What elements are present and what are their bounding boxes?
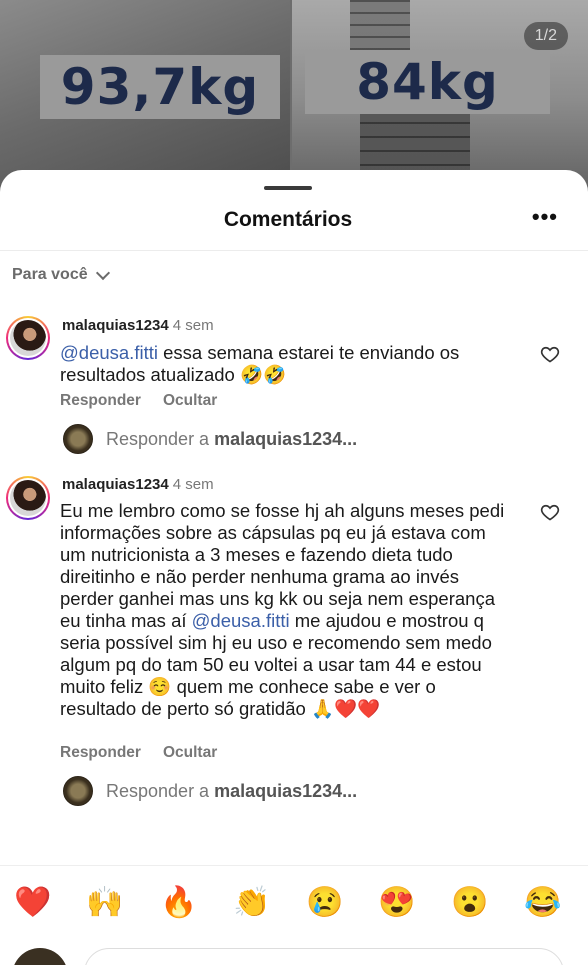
reply-to-label: Responder a malaquias1234... (106, 429, 357, 450)
hide-button[interactable]: Ocultar (163, 392, 217, 410)
reply-thread-row[interactable]: Responder a malaquias1234... (63, 424, 357, 454)
emoji-fire-button[interactable]: 🔥 (160, 888, 197, 918)
emoji-clap-button[interactable]: 👏 (233, 888, 270, 918)
comment-actions: Responder Ocultar (60, 744, 217, 762)
photo-pager: 1/2 (523, 22, 568, 50)
weight-before-label: 93,7kg (40, 55, 280, 119)
comment-time: 4 sem (172, 476, 214, 493)
reply-button[interactable]: Responder (60, 392, 141, 410)
comment-text: @deusa.fitti essa semana estarei te envi… (60, 342, 510, 386)
weight-after-text: 84kg (356, 53, 499, 111)
comment-username[interactable]: malaquias1234 (62, 317, 169, 334)
mention-link[interactable]: @deusa.fitti (60, 342, 158, 363)
sheet-title: Comentários (223, 208, 353, 231)
avatar[interactable] (6, 316, 50, 360)
avatar[interactable] (6, 476, 50, 520)
filter-dropdown[interactable]: Para você (12, 265, 110, 284)
weight-after-label: 84kg (305, 50, 550, 114)
filter-label: Para você (12, 266, 88, 283)
avatar (63, 776, 93, 806)
chevron-down-icon (95, 265, 110, 280)
weight-before-text: 93,7kg (60, 58, 260, 116)
reply-to-prefix: Responder a (106, 780, 210, 801)
comments-sheet: Comentários ••• Para você malaquias1234 4… (0, 170, 588, 965)
reply-to-label: Responder a malaquias1234... (106, 781, 357, 802)
comment-meta: malaquias1234 4 sem (62, 476, 214, 493)
like-heart-icon[interactable] (540, 344, 560, 364)
emoji-surprised-button[interactable]: 😮 (451, 888, 488, 918)
reply-thread-row[interactable]: Responder a malaquias1234... (63, 776, 357, 806)
comment-username[interactable]: malaquias1234 (62, 476, 169, 493)
comment-text: Eu me lembro como se fosse hj ah alguns … (60, 500, 510, 720)
mention-link[interactable]: @deusa.fitti (192, 610, 290, 631)
like-heart-icon[interactable] (540, 502, 560, 522)
comment-input[interactable] (84, 948, 564, 965)
avatar (63, 424, 93, 454)
emoji-heart-eyes-button[interactable]: 😍 (378, 888, 415, 918)
reply-button[interactable]: Responder (60, 744, 141, 762)
emoji-heart-button[interactable]: ❤️ (14, 888, 51, 918)
header-divider (0, 250, 588, 251)
more-horizontal-icon[interactable]: ••• (532, 204, 558, 230)
reply-to-user: malaquias1234... (214, 428, 358, 449)
comment-time: 4 sem (172, 317, 214, 334)
emoji-crying-button[interactable]: 😢 (306, 888, 343, 918)
brick-wall (350, 0, 410, 50)
comment-actions: Responder Ocultar (60, 392, 217, 410)
drag-handle[interactable] (264, 186, 312, 190)
emoji-reaction-bar: ❤️ 🙌 🔥 👏 😢 😍 😮 😂 (0, 865, 588, 955)
reply-to-prefix: Responder a (106, 428, 210, 449)
reply-to-user: malaquias1234... (214, 780, 358, 801)
emoji-laughing-button[interactable]: 😂 (524, 888, 561, 918)
hide-button[interactable]: Ocultar (163, 744, 217, 762)
emoji-raised-hands-button[interactable]: 🙌 (86, 888, 123, 918)
comment-meta: malaquias1234 4 sem (62, 317, 214, 334)
